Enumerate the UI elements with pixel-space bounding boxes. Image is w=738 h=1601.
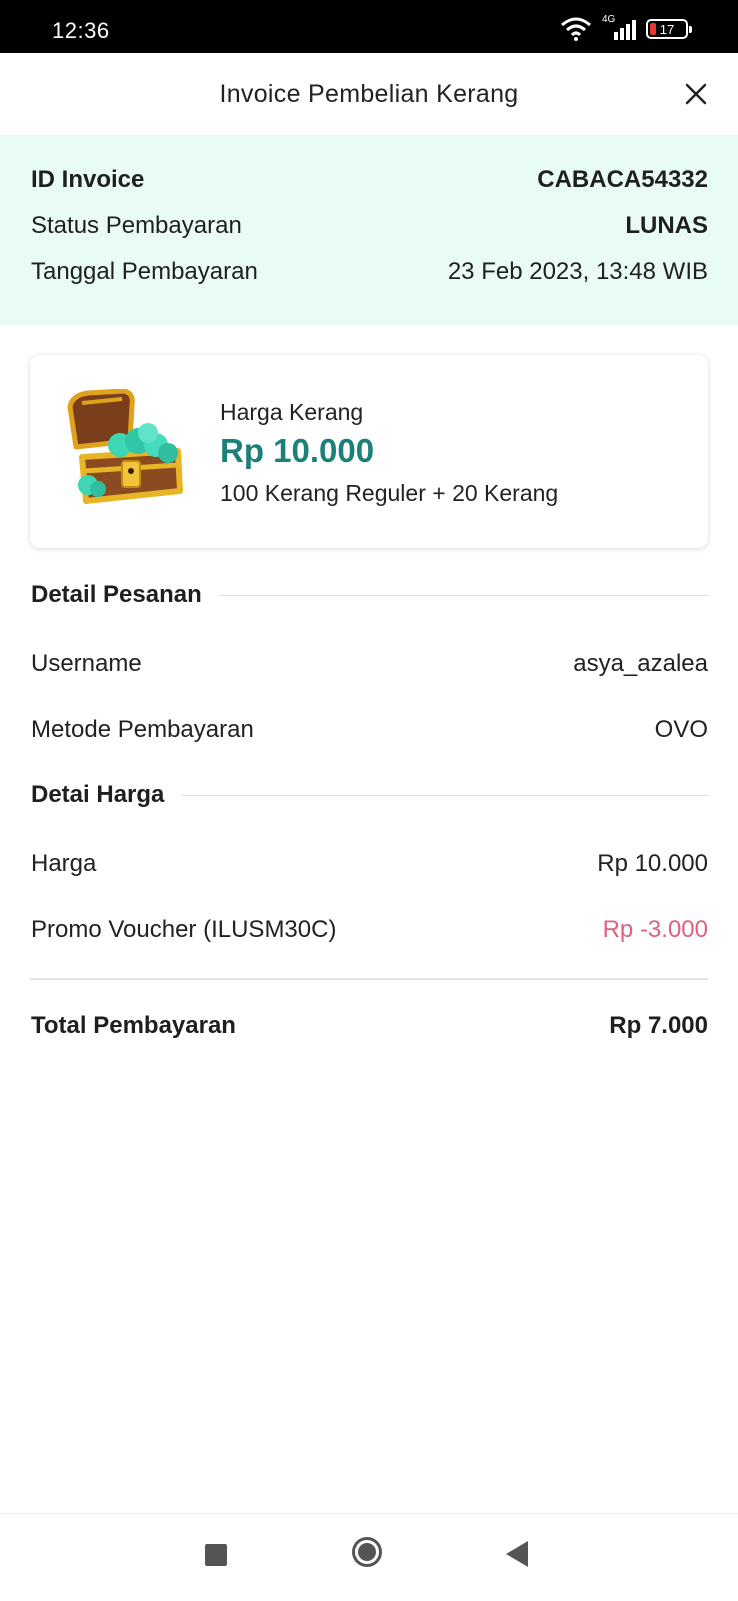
system-nav-bar <box>0 1513 738 1601</box>
invoice-id-value: CABACA54332 <box>537 166 708 193</box>
invoice-summary: ID Invoice CABACA54332 Status Pembayaran… <box>0 135 738 325</box>
invoice-id-row: ID Invoice CABACA54332 <box>31 166 708 194</box>
username-label: Username <box>31 650 142 677</box>
close-icon[interactable] <box>682 80 710 108</box>
price-value: Rp 10.000 <box>597 850 708 877</box>
voucher-value: Rp -3.000 <box>602 916 708 943</box>
payment-date-row: Tanggal Pembayaran 23 Feb 2023, 13:48 WI… <box>31 258 708 286</box>
recent-apps-icon[interactable] <box>205 1544 227 1566</box>
total-label: Total Pembayaran <box>31 1012 236 1039</box>
payment-date-value: 23 Feb 2023, 13:48 WIB <box>447 258 708 285</box>
signal-icon: 4G <box>602 14 636 40</box>
price-detail-title: Detai Harga <box>31 781 165 808</box>
voucher-row: Promo Voucher (ILUSM30C) Rp -3.000 <box>31 916 708 944</box>
wifi-icon <box>561 17 591 41</box>
price-row: Harga Rp 10.000 <box>31 850 708 878</box>
app-bar: Invoice Pembelian Kerang <box>0 53 738 135</box>
treasure-chest-icon <box>67 389 183 504</box>
payment-method-value: OVO <box>654 716 708 743</box>
product-card: Harga Kerang Rp 10.000 100 Kerang Regule… <box>30 355 708 548</box>
payment-date-label: Tanggal Pembayaran <box>31 258 258 285</box>
network-type: 4G <box>602 14 616 25</box>
status-time: 12:36 <box>52 18 110 43</box>
voucher-label: Promo Voucher (ILUSM30C) <box>31 916 337 943</box>
username-value: asya_azalea <box>573 650 708 677</box>
order-detail-heading: Detail Pesanan <box>31 581 708 609</box>
payment-method-label: Metode Pembayaran <box>31 716 254 743</box>
payment-status-label: Status Pembayaran <box>31 212 242 239</box>
back-icon[interactable] <box>506 1541 528 1567</box>
section-divider <box>219 594 708 596</box>
username-row: Username asya_azalea <box>31 650 708 678</box>
section-divider <box>182 794 708 796</box>
battery-icon: 17 <box>646 19 692 39</box>
product-price: Rp 10.000 <box>220 432 375 469</box>
total-divider <box>30 978 708 980</box>
product-price-label: Harga Kerang <box>220 399 364 425</box>
invoice-id-label: ID Invoice <box>31 166 145 193</box>
total-row: Total Pembayaran Rp 7.000 <box>31 1012 708 1040</box>
payment-method-row: Metode Pembayaran OVO <box>31 716 708 744</box>
price-label: Harga <box>31 850 97 877</box>
total-value: Rp 7.000 <box>609 1012 708 1039</box>
status-icons: 4G 17 <box>560 14 692 41</box>
payment-status-value: LUNAS <box>625 212 708 239</box>
battery-level: 17 <box>659 21 675 37</box>
product-description: 100 Kerang Reguler + 20 Kerang <box>220 480 559 506</box>
home-icon[interactable] <box>352 1537 382 1567</box>
status-bar: 12:36 4G 17 <box>0 0 738 53</box>
price-detail-heading: Detai Harga <box>31 781 708 809</box>
order-detail-title: Detail Pesanan <box>31 581 202 608</box>
page-title: Invoice Pembelian Kerang <box>219 79 519 108</box>
payment-status-row: Status Pembayaran LUNAS <box>31 212 708 240</box>
